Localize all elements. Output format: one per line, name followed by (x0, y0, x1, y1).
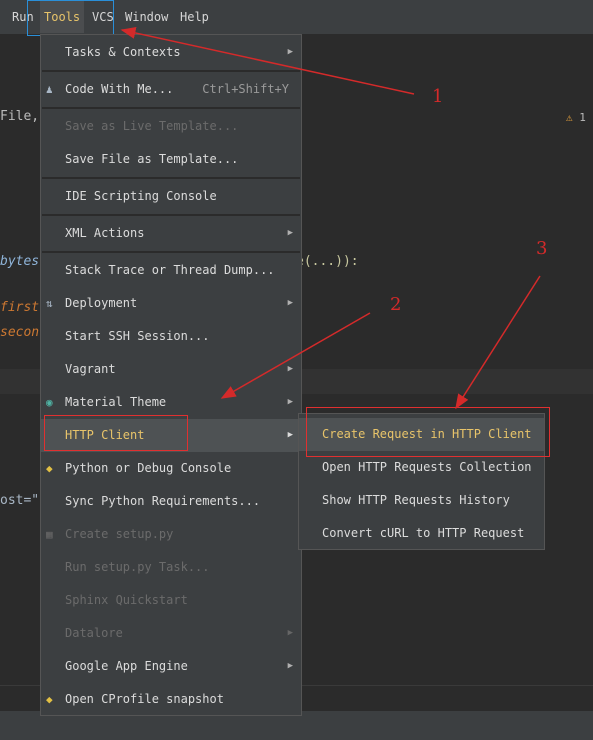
annotation-number-2: 2 (390, 294, 402, 315)
annotation-arrow-1 (120, 27, 415, 95)
annotation-arrows (120, 27, 541, 410)
annotation-number-3: 3 (536, 238, 548, 259)
annotation-number-1: 1 (432, 86, 444, 107)
annotation-arrow-3 (455, 275, 541, 410)
annotation-arrow-2 (220, 312, 371, 399)
